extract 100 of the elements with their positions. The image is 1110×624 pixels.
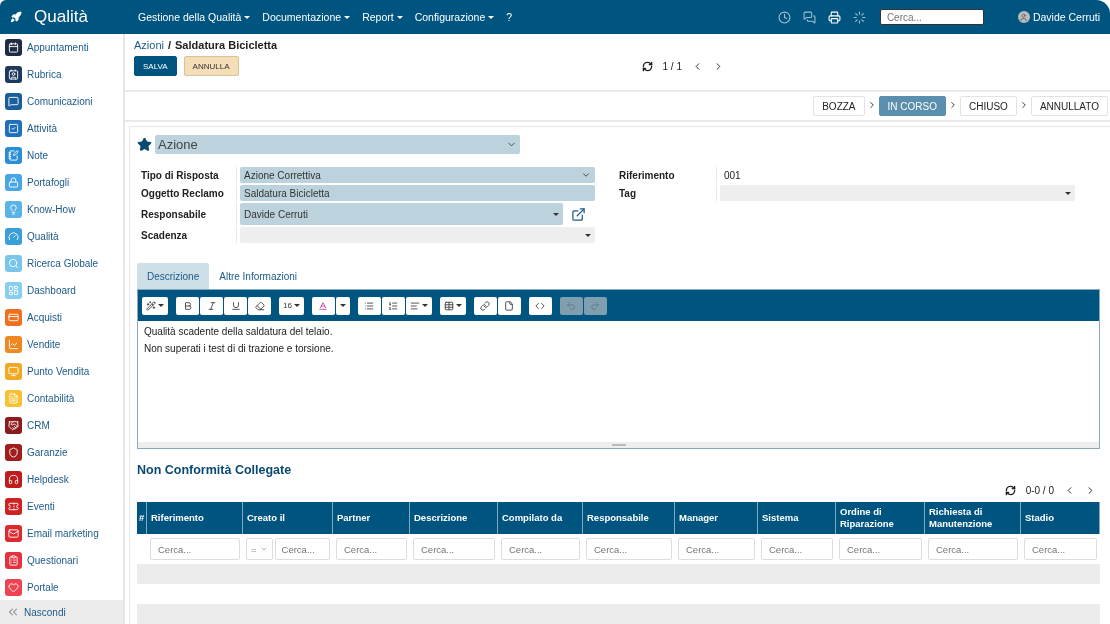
align-icon — [409, 300, 420, 311]
sidebar-item[interactable]: Portale — [5, 577, 118, 597]
column-header[interactable]: Ordine di Riparazione — [836, 502, 925, 534]
tab[interactable]: Altre Informazioni — [209, 263, 308, 289]
sidebar-item[interactable]: Email marketing — [5, 523, 118, 543]
numbered-list-button[interactable] — [381, 296, 405, 315]
reference-value: 001 — [723, 169, 741, 181]
align-button[interactable] — [405, 296, 432, 315]
stage-button[interactable]: ANNULLATO — [1030, 96, 1108, 116]
column-header[interactable]: Richiesta di Manutenzione — [925, 502, 1021, 534]
stage-button[interactable]: CHIUSO — [960, 96, 1017, 116]
refresh-icon[interactable] — [641, 60, 653, 72]
sidebar-item[interactable]: Ricerca Globale — [5, 253, 118, 273]
resize-handle[interactable] — [611, 444, 626, 446]
code-icon — [535, 300, 546, 311]
menu-item[interactable]: Configurazione — [414, 11, 495, 23]
filter-field[interactable]: Cerca... — [150, 538, 240, 560]
sidebar-item[interactable]: Rubrica — [5, 64, 118, 84]
filter-field[interactable]: Cerca... — [839, 538, 922, 560]
external-link-icon[interactable] — [571, 206, 586, 222]
select-field[interactable]: Azione Correttiva — [240, 167, 595, 183]
color-dropdown-button[interactable] — [335, 296, 350, 315]
search-field[interactable]: Cerca... — [879, 9, 984, 25]
table-button[interactable] — [439, 296, 466, 315]
sidebar-item[interactable]: Questionari — [5, 550, 118, 570]
operator-select[interactable]: = — [246, 538, 273, 560]
column-header[interactable]: Riferimento — [147, 502, 243, 534]
sidebar-label: Garanzie — [27, 446, 68, 458]
caret-icon — [396, 15, 403, 19]
column-header[interactable]: Responsabile — [583, 502, 675, 534]
column-header[interactable]: Partner — [333, 502, 410, 534]
filter-field[interactable]: Cerca... — [928, 538, 1018, 560]
refresh-icon[interactable] — [1004, 485, 1016, 496]
code-view-button[interactable] — [528, 296, 552, 315]
sidebar-item[interactable]: Punto Vendita — [5, 361, 118, 381]
breadcrumb-link[interactable]: Azioni — [134, 39, 164, 51]
column-header[interactable]: Sistema — [758, 502, 836, 534]
bullet-list-button[interactable] — [357, 296, 381, 315]
file-button[interactable] — [497, 296, 521, 315]
sidebar-item[interactable]: Note — [5, 145, 118, 165]
clock-icon[interactable] — [777, 10, 791, 24]
bold-button[interactable] — [176, 296, 199, 315]
stage-button[interactable]: IN CORSO — [878, 96, 946, 116]
cancel-button[interactable]: ANNULLA — [183, 56, 239, 76]
underline-button[interactable] — [224, 296, 247, 315]
sidebar-label: Portale — [27, 581, 59, 593]
filter-field[interactable]: Cerca... — [678, 538, 755, 560]
italic-button[interactable] — [200, 296, 223, 315]
sidebar-item[interactable]: Qualità — [5, 226, 118, 246]
column-header[interactable]: Manager — [675, 502, 758, 534]
filter-field[interactable]: Cerca... — [586, 538, 672, 560]
filter-field[interactable]: Cerca... — [501, 538, 580, 560]
sidebar-item[interactable]: Attività — [5, 118, 118, 138]
sidebar-item[interactable]: Helpdesk — [5, 469, 118, 489]
style-button[interactable] — [142, 296, 168, 315]
column-header[interactable]: Stadio — [1021, 502, 1100, 534]
sidebar-item[interactable]: Acquisti — [5, 307, 118, 327]
sidebar-item[interactable]: Eventi — [5, 496, 118, 516]
text-field[interactable]: Saldatura Bicicletta — [240, 185, 595, 201]
filter-field[interactable]: Cerca... — [336, 538, 407, 560]
user-menu[interactable]: Davide Cerruti — [1017, 11, 1100, 23]
sidebar-item[interactable]: Portafogli — [5, 172, 118, 192]
sidebar-item[interactable]: Contabilità — [5, 388, 118, 408]
sidebar-item[interactable]: CRM — [5, 415, 118, 435]
save-button[interactable]: SALVA — [134, 56, 177, 76]
stage-button[interactable]: BOZZA — [813, 96, 865, 116]
menu-item[interactable]: ? — [506, 11, 513, 23]
sidebar-item[interactable]: Know-How — [5, 199, 118, 219]
sidebar-item[interactable]: Comunicazioni — [5, 91, 118, 111]
filter-field[interactable]: Cerca... — [413, 538, 495, 560]
menu-item[interactable]: Report — [362, 11, 403, 23]
filter-field[interactable]: Cerca... — [274, 538, 330, 560]
tab[interactable]: Descrizione — [137, 263, 210, 289]
type-select[interactable]: Azione — [155, 135, 520, 154]
collapse-button[interactable]: Nascondi — [0, 600, 123, 624]
select-field[interactable] — [720, 185, 1075, 201]
select-field[interactable]: Davide Cerruti — [240, 203, 563, 225]
column-header[interactable]: Compilato da — [498, 502, 583, 534]
printer-icon[interactable] — [827, 10, 841, 24]
sidebar-label: Questionari — [27, 554, 79, 566]
select-field[interactable] — [240, 227, 595, 243]
chat-icon[interactable] — [802, 10, 816, 24]
font-size-button[interactable]: 16 — [279, 296, 304, 315]
filter-field[interactable]: Cerca... — [1024, 538, 1097, 560]
sidebar-label: Note — [27, 149, 49, 161]
menu-item[interactable]: Gestione della Qualità — [138, 11, 251, 23]
clear-format-button[interactable] — [248, 296, 271, 315]
breadcrumb-current: Saldatura Bicicletta — [175, 39, 278, 51]
column-header[interactable]: # — [137, 502, 147, 534]
link-icon — [480, 300, 491, 311]
sidebar-item[interactable]: Vendite — [5, 334, 118, 354]
filter-field[interactable]: Cerca... — [761, 538, 833, 560]
menu-item[interactable]: Documentazione — [262, 11, 351, 23]
column-header[interactable]: Creato il — [243, 502, 333, 534]
column-header[interactable]: Descrizione — [410, 502, 498, 534]
sidebar-item[interactable]: Dashboard — [5, 280, 118, 300]
link-button[interactable] — [473, 296, 497, 315]
sidebar-item[interactable]: Garanzie — [5, 442, 118, 462]
sidebar-item[interactable]: Appuntamenti — [5, 37, 118, 57]
text-color-button[interactable] — [311, 296, 335, 315]
